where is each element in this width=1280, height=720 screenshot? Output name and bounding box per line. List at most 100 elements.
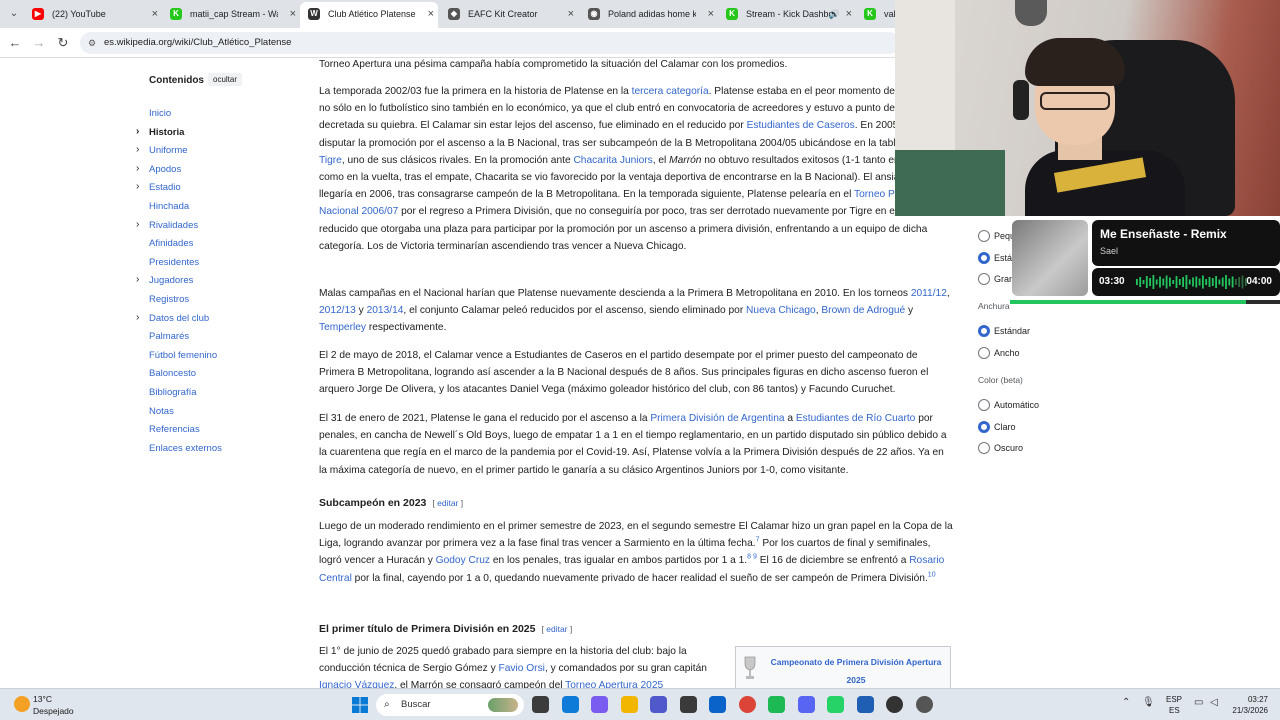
weather-description[interactable]: Despejado: [33, 706, 74, 716]
clock-time[interactable]: 03:27: [1228, 695, 1268, 704]
windows-start-icon[interactable]: [352, 697, 368, 713]
article-link[interactable]: 2012/13: [319, 305, 356, 316]
task-view-icon[interactable]: [532, 696, 549, 713]
article-link[interactable]: 2013/14: [367, 305, 404, 316]
radio-icon[interactable]: [978, 399, 990, 411]
radio-icon[interactable]: [978, 230, 990, 242]
article-link[interactable]: 2011/12: [911, 288, 947, 299]
article-link[interactable]: Torneo Apertura 2025: [565, 680, 663, 688]
toc-item[interactable]: Baloncesto: [136, 368, 222, 387]
radio-icon[interactable]: [978, 325, 990, 337]
toc-hide-button[interactable]: ocultar: [208, 73, 243, 86]
close-icon[interactable]: ×: [708, 2, 714, 26]
network-icon[interactable]: ▭: [1194, 697, 1203, 708]
radio-option[interactable]: Automático: [978, 399, 1039, 413]
toc-item[interactable]: Afinidades: [136, 238, 222, 257]
toc-item[interactable]: Inicio: [136, 108, 222, 127]
spotify-icon[interactable]: [768, 696, 785, 713]
toc-item[interactable]: Fútbol femenino: [136, 350, 222, 369]
toc-item[interactable]: › Estadio: [136, 181, 222, 201]
article-link[interactable]: Favio Orsi: [499, 663, 545, 674]
close-icon[interactable]: ×: [846, 2, 852, 26]
edit-link-titulo[interactable]: [ editar ]: [542, 624, 573, 634]
close-icon[interactable]: ×: [290, 2, 296, 26]
taskbar-search-box[interactable]: ⌕ Buscar: [376, 694, 524, 716]
obs-icon[interactable]: [886, 696, 903, 713]
volume-icon[interactable]: ◁: [1210, 697, 1218, 708]
toc-item[interactable]: Registros: [136, 294, 222, 313]
clock-date[interactable]: 21/3/2026: [1228, 706, 1268, 715]
article-link[interactable]: Estudiantes de Río Cuarto: [796, 413, 916, 424]
chevron-right-icon[interactable]: ›: [136, 144, 139, 155]
close-icon[interactable]: ×: [568, 2, 574, 26]
chevron-right-icon[interactable]: ›: [136, 181, 139, 192]
close-icon[interactable]: ×: [428, 2, 434, 26]
toc-item[interactable]: › Apodos: [136, 163, 222, 183]
chevron-right-icon[interactable]: ›: [136, 274, 139, 285]
radio-icon[interactable]: [978, 421, 990, 433]
toc-item[interactable]: Palmarés: [136, 331, 222, 350]
browser-tab[interactable]: ▶ (22) YouTube ×: [24, 2, 162, 26]
close-icon[interactable]: ×: [152, 2, 158, 26]
chevron-right-icon[interactable]: ›: [136, 126, 139, 137]
toc-item[interactable]: › Historia: [136, 126, 222, 146]
article-link[interactable]: Temperley: [319, 322, 366, 333]
copilot-icon[interactable]: [591, 696, 608, 713]
browser-tab[interactable]: W Club Atlético Platense - W ×: [300, 2, 438, 28]
article-link[interactable]: Estudiantes de Caseros: [747, 120, 855, 131]
reference-link[interactable]: 10: [928, 571, 936, 578]
tab-search-icon[interactable]: ⌄: [4, 4, 24, 24]
toc-item[interactable]: Presidentes: [136, 257, 222, 276]
browser-tab[interactable]: Kmatii_cap Stream - Watch ×: [162, 2, 300, 26]
article-link[interactable]: Brown de Adrogué: [821, 305, 905, 316]
browser-tab[interactable]: ◉ Poland adidas home kit - ×: [580, 2, 718, 26]
audio-playing-icon[interactable]: 🔊: [829, 2, 840, 26]
article-link[interactable]: tercera categoría: [632, 86, 709, 97]
file-explorer-icon[interactable]: [620, 696, 638, 713]
toc-item[interactable]: › Jugadores: [136, 274, 222, 294]
reference-link[interactable]: 8 9: [747, 554, 757, 561]
toc-item[interactable]: › Uniforme: [136, 144, 222, 164]
article-link[interactable]: Tigre: [319, 155, 342, 166]
back-icon[interactable]: ←: [6, 34, 24, 52]
radio-icon[interactable]: [978, 442, 990, 454]
infobox-title[interactable]: Campeonato de Primera División Apertura …: [766, 653, 946, 688]
toc-item[interactable]: Bibliografía: [136, 387, 222, 406]
toc-item[interactable]: › Rivalidades: [136, 219, 222, 239]
article-link[interactable]: Godoy Cruz: [436, 555, 490, 566]
chrome-icon[interactable]: [738, 696, 756, 713]
toc-item[interactable]: Enlaces externos: [136, 443, 222, 462]
settings-icon[interactable]: [915, 696, 933, 713]
language-indicator[interactable]: ESP: [1166, 695, 1182, 704]
reload-icon[interactable]: ↻: [54, 34, 72, 52]
whatsapp-icon[interactable]: [827, 696, 844, 713]
article-link[interactable]: Nueva Chicago: [746, 305, 816, 316]
radio-option[interactable]: Claro: [978, 421, 1016, 435]
radio-option[interactable]: Ancho: [978, 347, 1020, 361]
radio-option[interactable]: Estándar: [978, 325, 1030, 339]
address-bar[interactable]: ⚙ es.wikipedia.org/wiki/Club_Atlético_Pl…: [80, 32, 900, 54]
store-icon[interactable]: [679, 696, 697, 713]
browser-tab[interactable]: ◆ EAFC Kit Creator ×: [440, 2, 578, 26]
article-link[interactable]: Ignacio Vázquez: [319, 680, 394, 688]
teams-icon[interactable]: [650, 696, 667, 713]
keyboard-layout[interactable]: ES: [1169, 706, 1180, 715]
toc-item[interactable]: Referencias: [136, 424, 222, 443]
chevron-right-icon[interactable]: ›: [136, 163, 139, 174]
edit-link-subcampeon[interactable]: [ editar ]: [432, 498, 463, 508]
browser-tab[interactable]: K Stream - Kick Dashbo 🔊 ×: [718, 2, 856, 26]
mail-icon[interactable]: [709, 696, 726, 713]
radio-option[interactable]: Oscuro: [978, 442, 1023, 456]
radio-icon[interactable]: [978, 347, 990, 359]
defender-icon[interactable]: [856, 696, 874, 713]
site-info-icon[interactable]: ⚙: [88, 32, 96, 54]
chevron-right-icon[interactable]: ›: [136, 219, 139, 230]
weather-sun-icon[interactable]: [14, 696, 30, 712]
toc-item[interactable]: Notas: [136, 406, 222, 425]
radio-icon[interactable]: [978, 273, 990, 285]
chevron-up-icon[interactable]: ⌃: [1122, 697, 1130, 708]
chevron-right-icon[interactable]: ›: [136, 312, 139, 323]
discord-icon[interactable]: [797, 696, 815, 713]
edge-icon[interactable]: [561, 696, 579, 713]
toc-item[interactable]: › Datos del club: [136, 312, 222, 332]
